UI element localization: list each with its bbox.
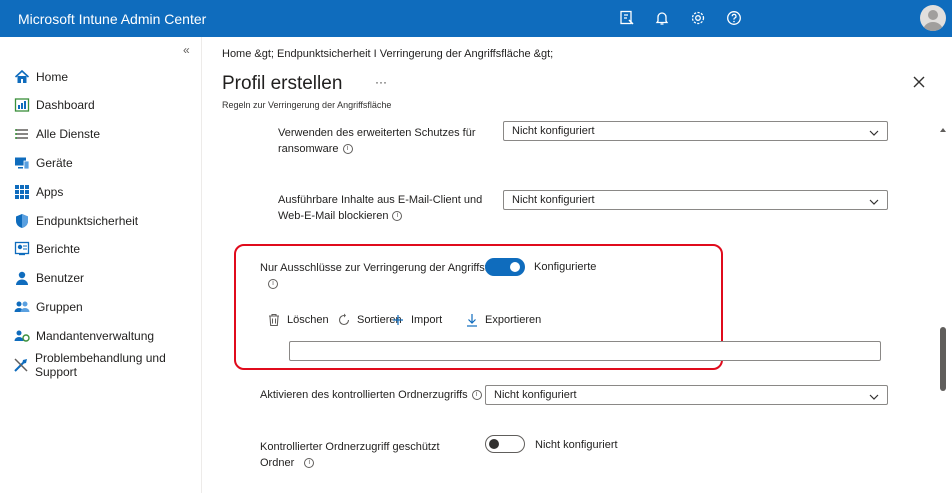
shield-icon (13, 212, 31, 230)
apps-grid-icon (13, 183, 31, 201)
sidebar-item-tenant-admin[interactable]: Mandantenverwaltung (13, 326, 154, 346)
groups-icon (13, 298, 31, 316)
download-icon (465, 313, 479, 327)
sidebar-item-label: Benutzer (36, 271, 85, 285)
sidebar-item-label: Berichte (36, 242, 81, 256)
sidebar-item-endpoint-security[interactable]: Endpunktsicherheit (13, 211, 138, 231)
scrollbar[interactable] (937, 119, 949, 489)
more-options-button[interactable]: ··· (375, 75, 387, 89)
tenant-icon (13, 327, 31, 345)
avatar-icon[interactable] (920, 5, 946, 31)
help-icon[interactable] (725, 9, 743, 27)
home-icon (13, 68, 31, 86)
sidebar-item-all-services[interactable]: Alle Dienste (13, 124, 100, 144)
sidebar-item-label: Mandantenverwaltung (36, 329, 155, 343)
info-icon[interactable]: i (342, 144, 353, 155)
info-icon[interactable]: i (392, 211, 403, 222)
sidebar-item-home[interactable]: Home (13, 67, 68, 87)
page-title: Profil erstellen (222, 73, 343, 94)
trash-icon (267, 313, 281, 327)
content-pane: Home &gt; Endpunktsicherheit I Verringer… (203, 37, 952, 493)
list-icon (13, 125, 31, 143)
close-icon[interactable] (910, 73, 928, 91)
scroll-up-icon[interactable] (939, 121, 947, 132)
user-icon (13, 269, 31, 287)
toggle-knob (510, 262, 520, 272)
cfa-protected-folders-label: Kontrollierter Ordnerzugriff geschützt O… (260, 441, 440, 469)
scroll-thumb[interactable] (940, 327, 946, 391)
sidebar-item-troubleshooting[interactable]: Problembehandlung und Support (13, 351, 201, 379)
gear-icon[interactable] (689, 9, 707, 27)
chevron-down-icon (869, 195, 879, 205)
dashboard-icon (13, 96, 31, 114)
email-executable-dropdown[interactable]: Nicht konfiguriert (503, 190, 888, 210)
sidebar-item-label: Gruppen (36, 300, 83, 314)
sidebar-item-dashboard[interactable]: Dashboard (13, 95, 95, 115)
sidebar-item-apps[interactable]: Apps (13, 182, 63, 202)
sidebar-item-label: Dashboard (36, 98, 95, 112)
collapse-sidebar-button[interactable]: « (183, 43, 190, 57)
delete-button[interactable]: Löschen (267, 313, 329, 327)
info-icon[interactable]: i (268, 279, 278, 290)
sidebar-item-groups[interactable]: Gruppen (13, 297, 83, 317)
ransomware-protection-label: Verwenden des erweiterten Schutzes für r… (278, 127, 476, 155)
sidebar-item-label: Home (36, 70, 69, 84)
sidebar: « Home Dashboard Alle Dienste Geräte App… (0, 37, 202, 493)
chevron-down-icon (869, 390, 879, 400)
plus-icon (391, 313, 405, 327)
asr-exclusions-input[interactable] (289, 341, 881, 361)
sidebar-item-users[interactable]: Benutzer (13, 268, 84, 288)
feedback-icon[interactable] (618, 9, 636, 27)
refresh-icon (337, 313, 351, 327)
reports-icon (13, 240, 31, 258)
cfa-protected-folders-state: Nicht konfiguriert (535, 439, 618, 451)
sidebar-item-reports[interactable]: Berichte (13, 239, 80, 259)
sidebar-item-label: Problembehandlung und Support (34, 351, 166, 379)
page-subtitle: Regeln zur Verringerung der Angriffsfläc… (222, 100, 392, 110)
sidebar-item-devices[interactable]: Geräte (13, 153, 73, 173)
toggle-knob (489, 439, 499, 449)
info-icon[interactable]: i (471, 390, 482, 401)
cfa-protected-folders-toggle[interactable] (485, 435, 525, 453)
export-button[interactable]: Exportieren (465, 313, 541, 327)
controlled-folder-access-dropdown[interactable]: Nicht konfiguriert (485, 385, 888, 405)
troubleshoot-icon (13, 356, 30, 374)
breadcrumb[interactable]: Home &gt; Endpunktsicherheit I Verringer… (222, 48, 553, 60)
sidebar-item-label: Endpunktsicherheit (36, 214, 139, 228)
app-title[interactable]: Microsoft Intune Admin Center (18, 11, 206, 27)
chevron-down-icon (869, 126, 879, 136)
controlled-folder-access-label: Aktivieren des kontrollierten Ordnerzugr… (260, 387, 482, 403)
info-icon[interactable]: i (304, 458, 315, 469)
sidebar-item-label: Alle Dienste (36, 127, 101, 141)
ransomware-protection-dropdown[interactable]: Nicht konfiguriert (503, 121, 888, 141)
bell-icon[interactable] (653, 9, 671, 27)
asr-exclusions-toggle[interactable] (485, 258, 525, 276)
email-executable-label: Ausführbare Inhalte aus E-Mail-Client un… (278, 194, 483, 222)
top-bar: Microsoft Intune Admin Center (0, 0, 952, 37)
import-button[interactable]: Import (391, 313, 442, 327)
asr-exclusions-state: Konfigurierte (534, 261, 597, 273)
sidebar-item-label: Geräte (36, 156, 73, 170)
asr-exclusions-label: Nur Ausschlüsse zur Verringerung der Ang… (260, 262, 515, 290)
sidebar-item-label: Apps (36, 185, 64, 199)
devices-icon (13, 154, 31, 172)
